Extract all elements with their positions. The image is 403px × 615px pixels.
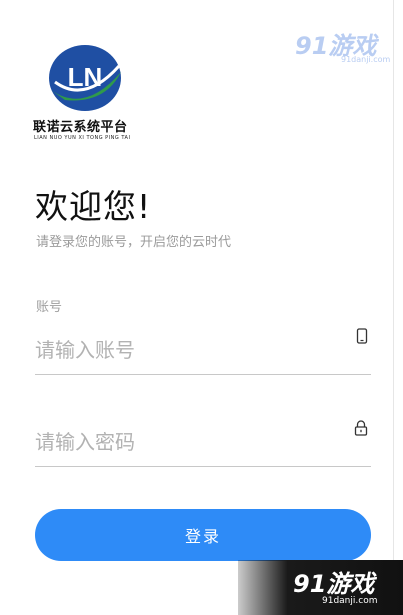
- welcome-heading: 欢迎您!: [35, 187, 152, 226]
- account-field: [35, 326, 371, 375]
- watermark-brand: 91游戏: [293, 570, 375, 598]
- globe-logo-icon: LN: [49, 45, 121, 111]
- watermark-url: 91danji.com: [322, 596, 378, 606]
- lock-icon: [354, 420, 368, 440]
- logo-monogram: LN: [68, 62, 103, 92]
- login-button[interactable]: 登录: [35, 509, 371, 561]
- password-input[interactable]: [35, 418, 335, 466]
- phone-icon: [356, 328, 368, 348]
- password-field: [35, 418, 371, 467]
- watermark-bottom: 91游戏 91danji.com: [238, 560, 403, 615]
- watermark-url: 91danji.com: [341, 55, 391, 64]
- app-logo: LN 联诺云系统平台 LIAN NUO YUN XI TONG PING TAI: [33, 42, 143, 142]
- account-label: 账号: [36, 300, 63, 315]
- watermark-top: 91游戏 91danji.com: [295, 26, 393, 68]
- account-input[interactable]: [35, 326, 335, 374]
- login-screen: LN 联诺云系统平台 LIAN NUO YUN XI TONG PING TAI…: [0, 0, 394, 615]
- logo-subtitle: LIAN NUO YUN XI TONG PING TAI: [34, 135, 131, 141]
- welcome-subtitle: 请登录您的账号，开启您的云时代: [36, 235, 232, 250]
- logo-title: 联诺云系统平台: [33, 120, 128, 135]
